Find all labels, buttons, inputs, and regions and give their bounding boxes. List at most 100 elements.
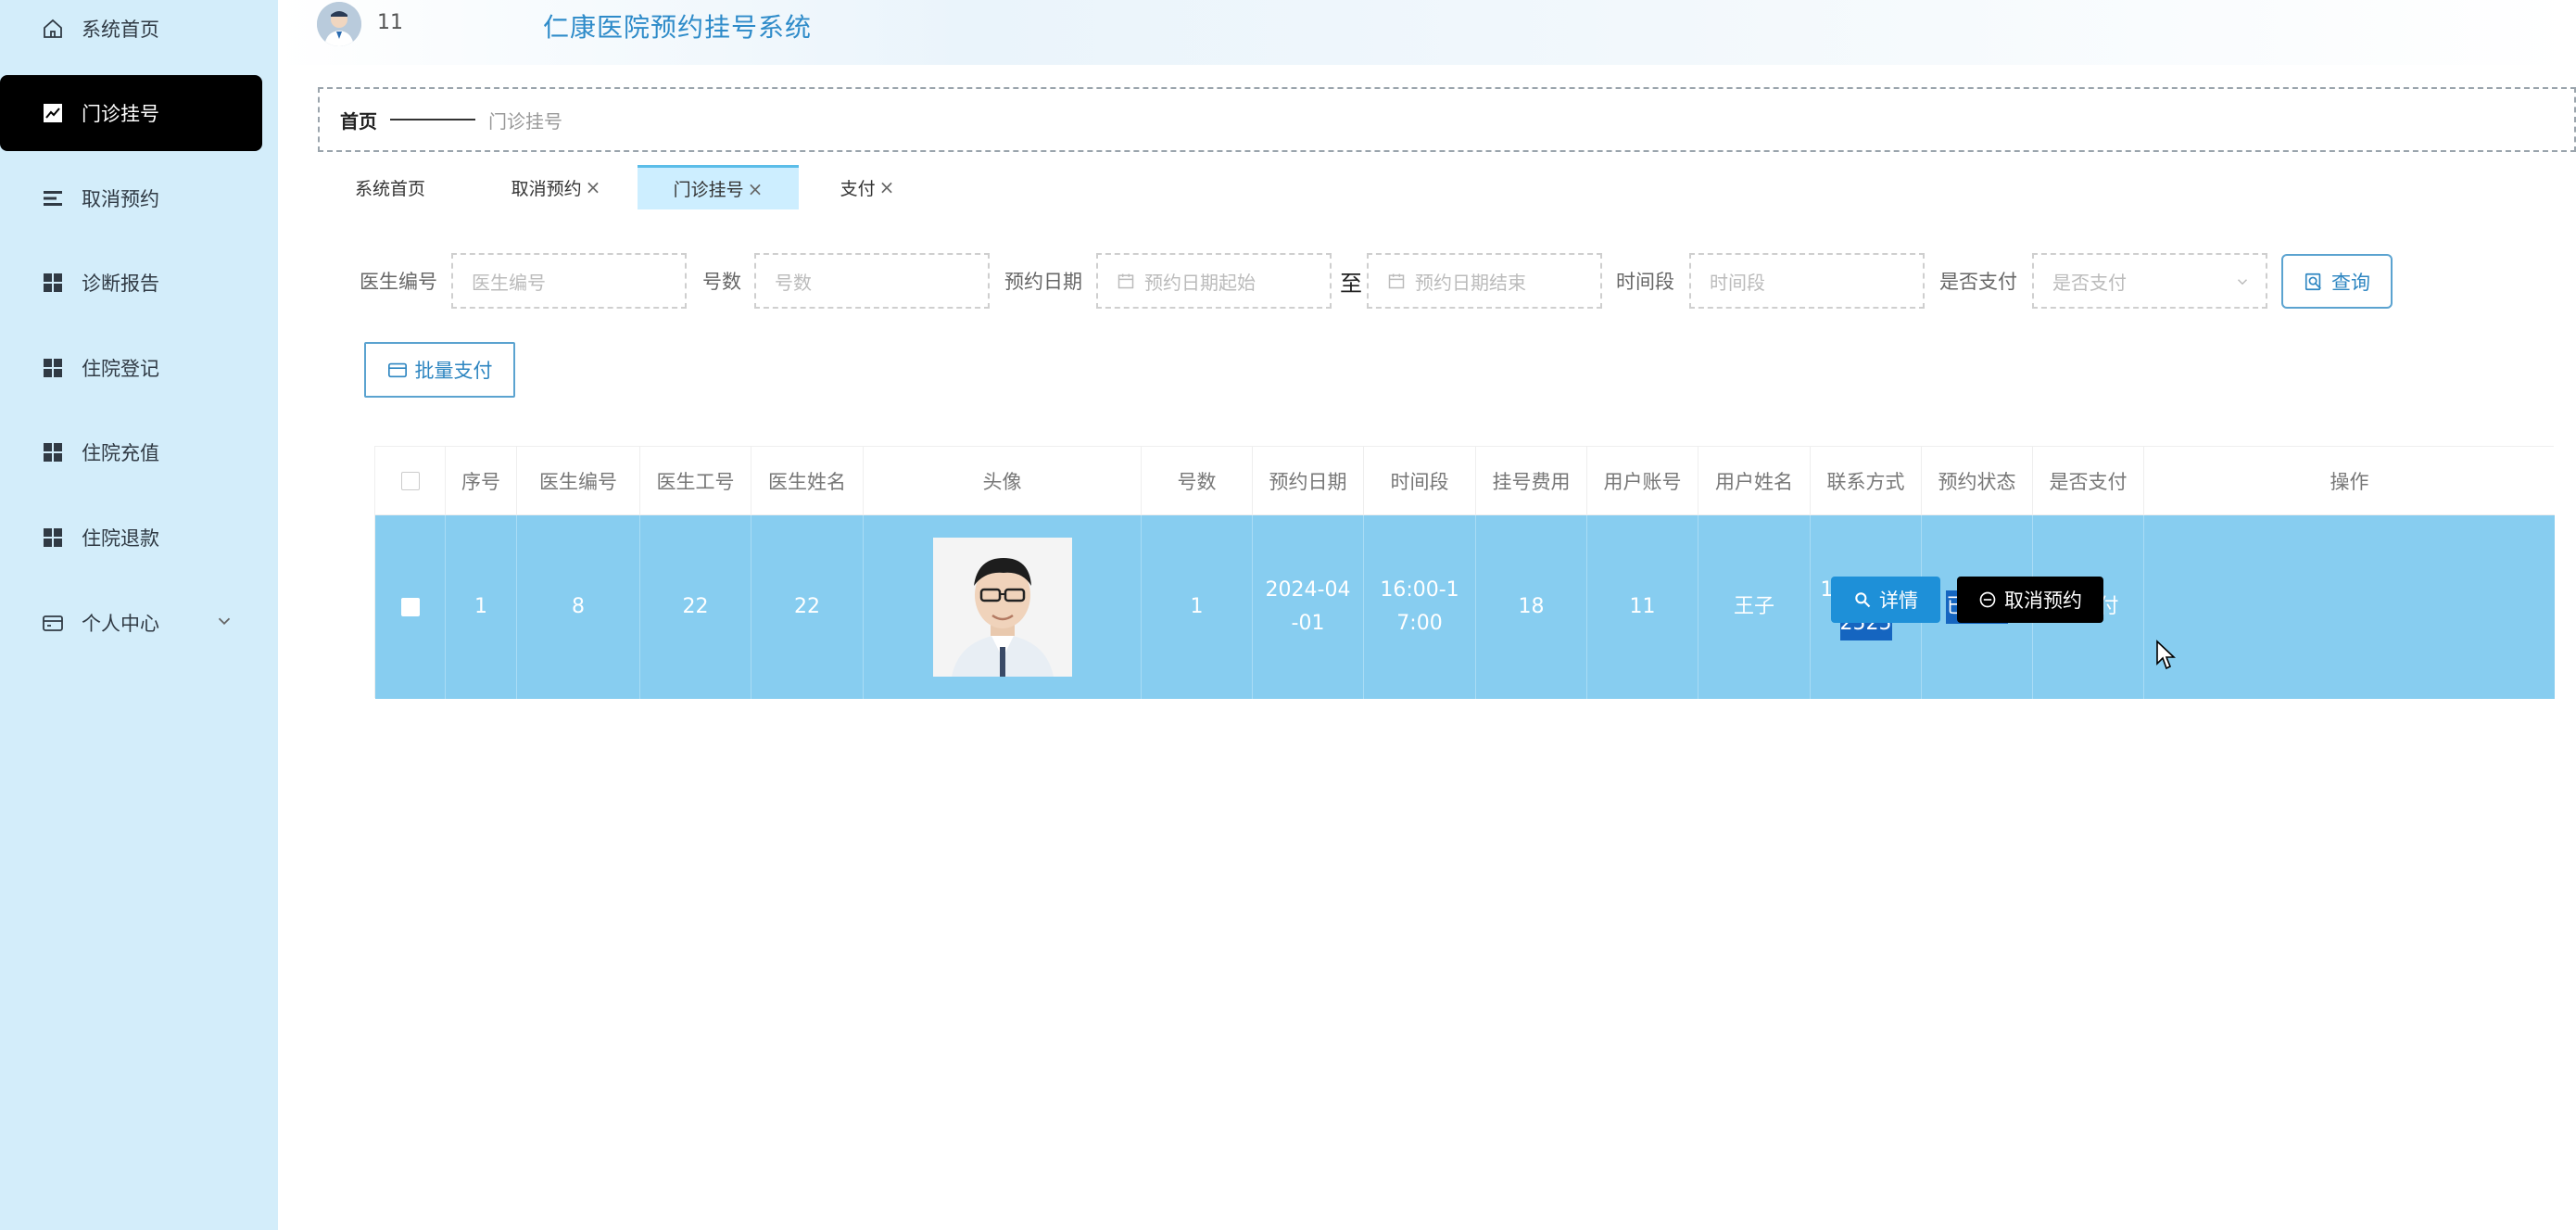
row-select-cell [375,515,446,699]
breadcrumb: 首页 门诊挂号 [318,87,2576,152]
doctor-no-label: 医生编号 [360,271,437,293]
period-input[interactable]: 时间段 [1689,253,1925,309]
paid-select[interactable]: 是否支付 [2032,253,2267,309]
trend-icon [41,101,65,125]
column-header: 头像 [864,447,1142,515]
tab-outpatient-registration[interactable]: 门诊挂号 × [638,165,799,209]
column-header: 序号 [446,447,517,515]
wallet-icon [387,362,407,378]
list-icon [41,186,65,210]
paid-placeholder: 是否支付 [2052,271,2127,294]
date-end-input[interactable]: 预约日期结束 [1367,253,1602,309]
column-header: 时间段 [1364,447,1476,515]
tab-home[interactable]: 系统首页 [335,165,445,209]
cell-period-line2: 7:00 [1396,612,1443,635]
sidebar-item-outpatient-registration[interactable]: 门诊挂号 [0,75,262,151]
chevron-down-icon [2237,279,2248,285]
doctor-photo[interactable] [932,538,1072,677]
batch-pay-button[interactable]: 批量支付 [364,342,515,398]
minus-circle-icon [1979,591,1996,608]
home-icon [41,17,65,41]
query-button[interactable]: 查询 [2281,254,2393,309]
period-placeholder: 时间段 [1710,271,1765,294]
close-icon[interactable]: × [586,176,601,198]
calendar-icon [1118,273,1134,289]
number-label: 号数 [702,271,741,293]
number-input[interactable]: 号数 [754,253,990,309]
column-header: 号数 [1142,447,1253,515]
avatar[interactable] [317,2,361,46]
row-checkbox[interactable] [400,598,420,616]
sidebar-item-inpatient-recharge[interactable]: 住院充值 [0,414,262,490]
sidebar-item-home[interactable]: 系统首页 [0,0,262,67]
select-all-checkbox[interactable] [400,472,420,490]
column-header: 预约日期 [1253,447,1364,515]
tab-label: 支付 [840,178,876,199]
column-header: 用户姓名 [1698,447,1811,515]
tab-label: 取消预约 [511,178,582,199]
sidebar-item-label: 个人中心 [82,613,159,635]
table-row[interactable]: 1 8 22 22 1 2024-04 -01 16:00-1 7:00 18 … [375,515,2555,699]
cell-avatar [864,515,1142,699]
cell-period-line1: 16:00-1 [1380,578,1459,602]
tab-label: 门诊挂号 [673,180,744,200]
search-icon [1855,592,1871,608]
cell-doctor-job-no: 22 [640,515,751,699]
mouse-cursor-icon [2156,640,2177,670]
cancel-button-label: 取消预约 [2004,590,2082,612]
sidebar-item-diagnosis-report[interactable]: 诊断报告 [0,245,262,321]
tab-cancel-appointment[interactable]: 取消预约 × [491,165,621,209]
calendar-icon [1388,273,1405,289]
number-placeholder: 号数 [775,271,812,294]
sidebar-item-inpatient-refund[interactable]: 住院退款 [0,500,262,576]
date-start-placeholder: 预约日期起始 [1144,271,1256,294]
breadcrumb-home[interactable]: 首页 [340,107,377,133]
grid-icon [41,356,65,380]
cell-date-line2: -01 [1291,612,1325,635]
column-header: 是否支付 [2033,447,2144,515]
sidebar-item-inpatient-registration[interactable]: 住院登记 [0,330,262,406]
tab-label: 系统首页 [354,178,425,199]
grid-icon [41,440,65,464]
breadcrumb-separator [390,119,475,120]
header-user-name[interactable]: 11 [377,11,403,34]
period-label: 时间段 [1616,271,1674,293]
detail-button[interactable]: 详情 [1831,577,1940,623]
close-icon[interactable]: × [879,176,895,198]
column-header: 用户账号 [1587,447,1698,515]
batch-pay-label: 批量支付 [414,360,493,382]
appointment-table: 序号 医生编号 医生工号 医生姓名 头像 号数 预约日期 时间段 挂号费用 用户… [374,446,2555,699]
column-header: 医生编号 [517,447,640,515]
detail-button-label: 详情 [1879,590,1918,612]
column-header: 医生姓名 [751,447,864,515]
chevron-down-icon[interactable] [214,611,234,631]
doctor-no-input[interactable]: 医生编号 [451,253,687,309]
cell-date: 2024-04 -01 [1253,515,1364,699]
cell-date-line1: 2024-04 [1265,578,1351,602]
sidebar-item-cancel-appointment[interactable]: 取消预约 [0,160,262,236]
search-icon [2305,273,2321,290]
sidebar-item-label: 住院充值 [82,442,159,464]
cell-index: 1 [446,515,517,699]
date-start-input[interactable]: 预约日期起始 [1096,253,1332,309]
date-end-placeholder: 预约日期结束 [1415,271,1526,294]
select-all-cell [375,447,446,515]
tab-payment[interactable]: 支付 × [830,165,904,209]
close-icon[interactable]: × [748,178,764,200]
column-header: 医生工号 [640,447,751,515]
breadcrumb-current: 门诊挂号 [488,109,562,133]
app-root: 系统首页 门诊挂号 取消预约 诊断报告 住院登记 住院充值 住院退款 个人中心 … [0,0,2576,1230]
doctor-no-placeholder: 医生编号 [472,271,546,294]
date-label: 预约日期 [1004,271,1082,293]
cell-user-account: 11 [1587,515,1698,699]
sidebar-item-label: 门诊挂号 [82,103,159,125]
column-header: 操作 [2330,471,2369,493]
sidebar-item-personal-center[interactable]: 个人中心 [0,585,262,661]
grid-icon [41,271,65,295]
cell-doctor-no: 8 [517,515,640,699]
cell-actions [2144,515,2555,699]
column-header: 联系方式 [1811,447,1922,515]
cancel-appointment-button[interactable]: 取消预约 [1957,577,2103,623]
sidebar-item-label: 系统首页 [82,19,159,41]
sidebar-item-label: 住院登记 [82,358,159,380]
